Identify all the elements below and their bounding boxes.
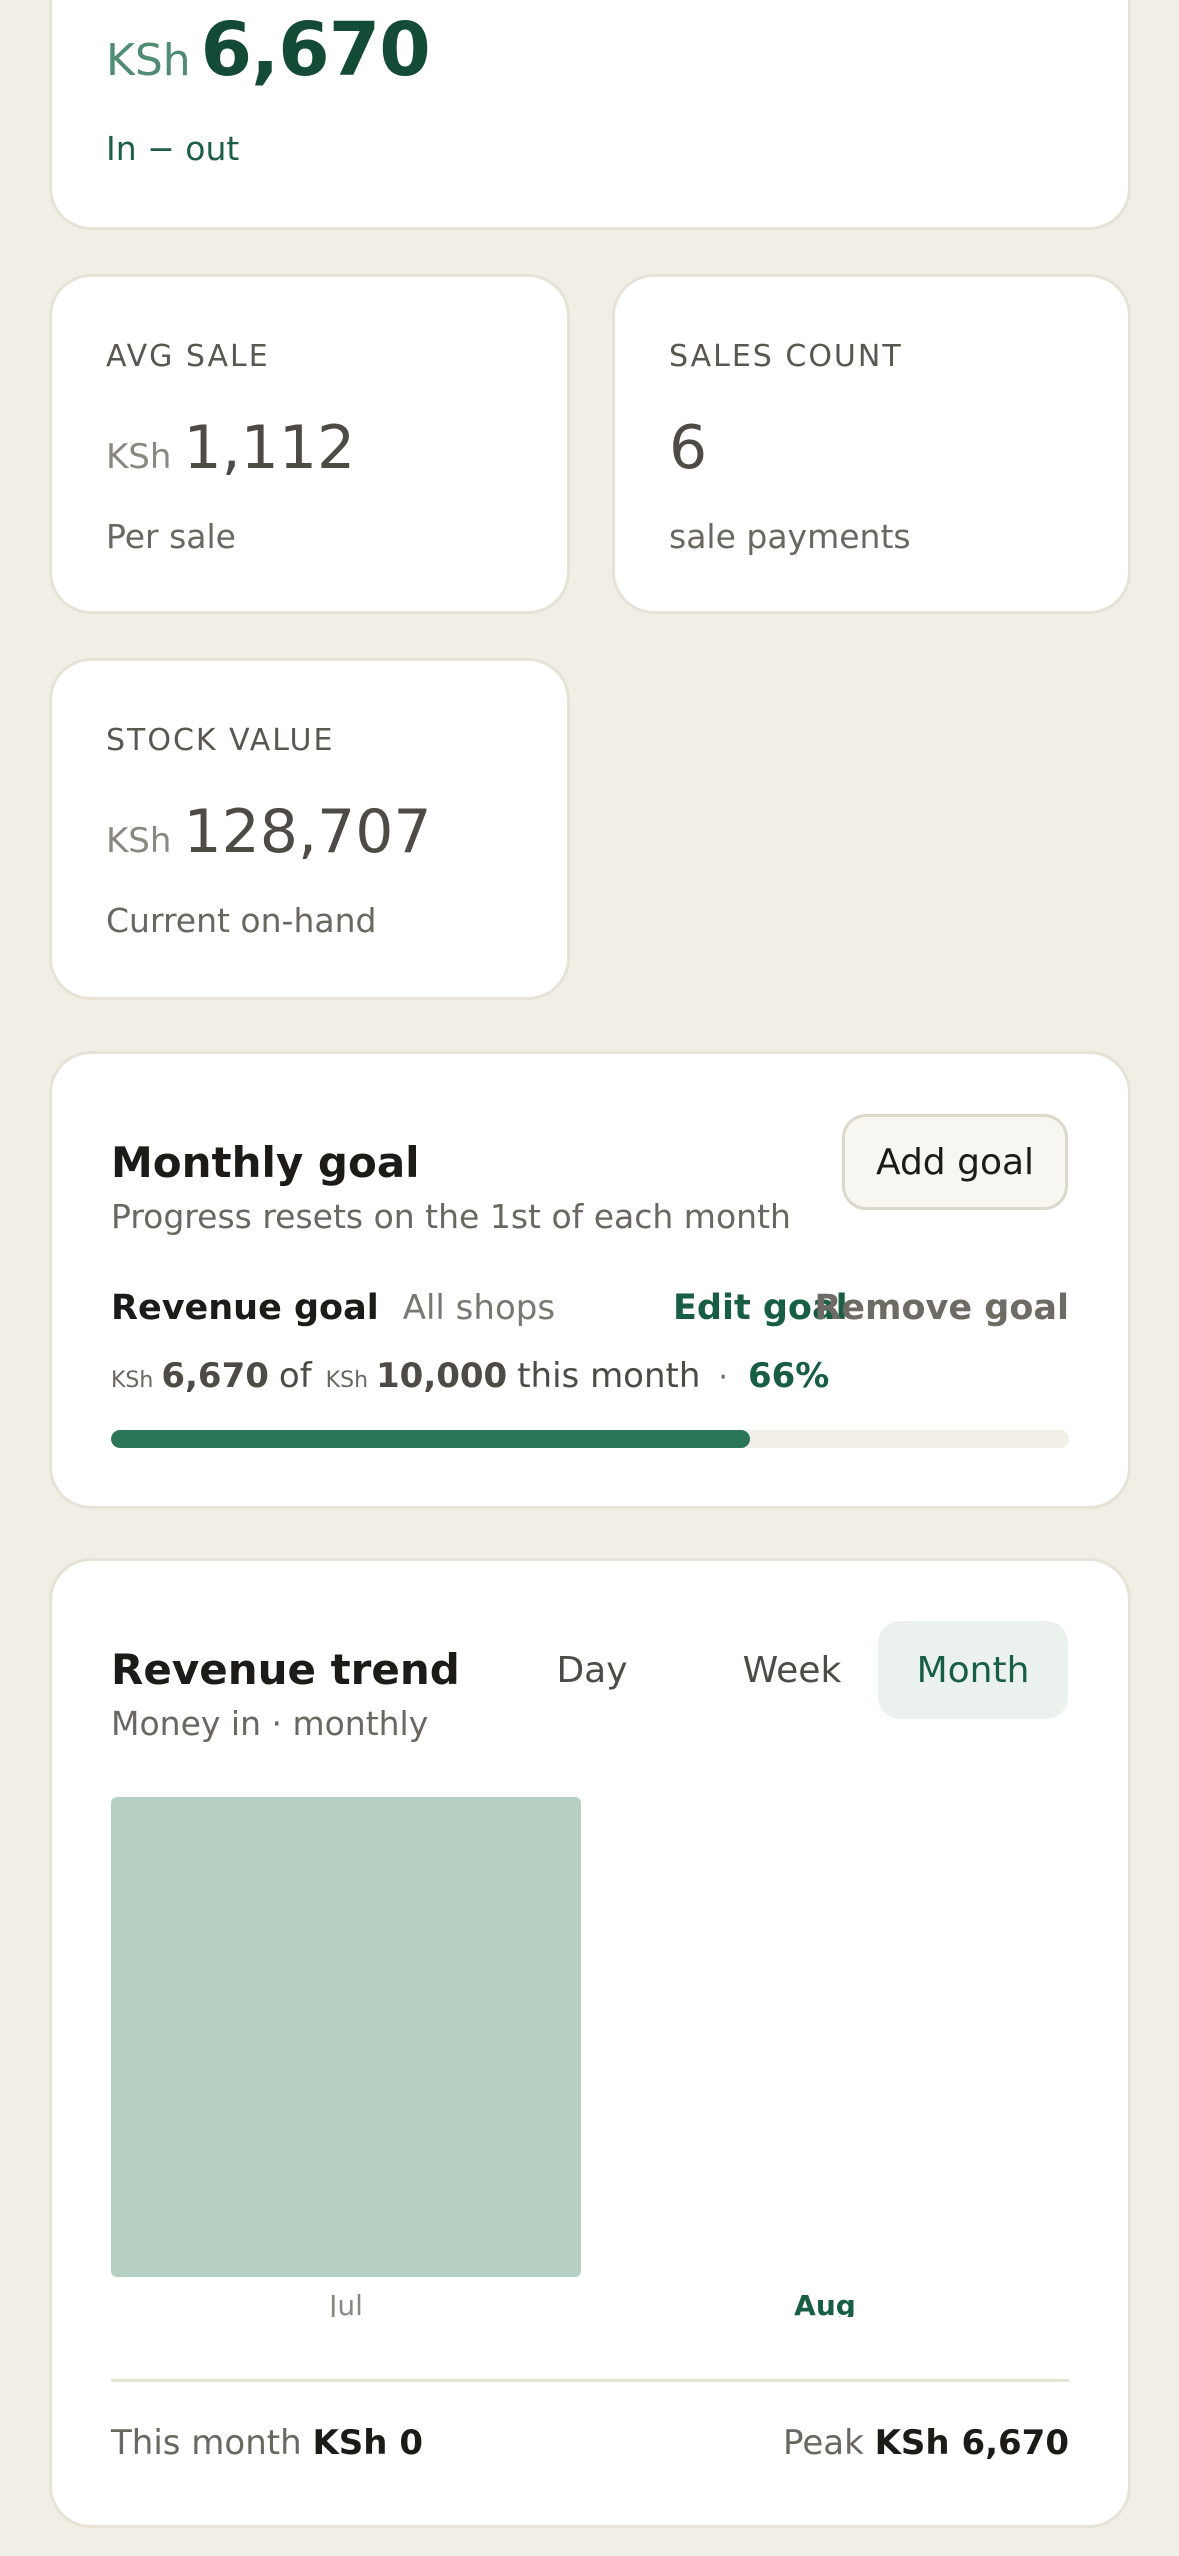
stock-value-value: 128,707 bbox=[183, 797, 432, 867]
peak-summary: Peak KSh 6,670 bbox=[783, 2423, 1069, 2463]
x-tick-jul: Jul bbox=[327, 2289, 363, 2317]
sales-count-label: SALES COUNT bbox=[669, 339, 903, 374]
tab-week[interactable]: Week bbox=[692, 1621, 892, 1719]
goal-title: Monthly goal bbox=[111, 1138, 420, 1187]
trend-subtitle: Money in · monthly bbox=[111, 1704, 429, 1743]
goal-name: Revenue goal bbox=[111, 1288, 379, 1328]
avg-sale-sub: Per sale bbox=[106, 517, 236, 556]
net-amount: KSh 6,670 bbox=[106, 7, 431, 93]
stock-value-row: KSh 128,707 bbox=[106, 797, 432, 867]
goal-scope: All shops bbox=[402, 1288, 556, 1328]
goal-current-currency: KSh bbox=[111, 1368, 154, 1393]
add-goal-button[interactable]: Add goal bbox=[842, 1114, 1068, 1210]
net-value: 6,670 bbox=[200, 7, 431, 93]
stock-value-card: STOCK VALUE KSh 128,707 Current on-hand bbox=[49, 658, 570, 1000]
avg-sale-value-row: KSh 1,112 bbox=[106, 413, 355, 483]
this-month-label: This month bbox=[111, 2423, 302, 2463]
chart-divider bbox=[111, 2379, 1069, 2382]
stock-value-currency: KSh bbox=[106, 821, 172, 861]
goal-of-word: of bbox=[278, 1356, 312, 1396]
sales-count-value: 6 bbox=[669, 413, 708, 483]
monthly-goal-card: Monthly goal Progress resets on the 1st … bbox=[49, 1051, 1131, 1509]
goal-subtitle: Progress resets on the 1st of each month bbox=[111, 1197, 791, 1236]
peak-value: KSh 6,670 bbox=[874, 2423, 1069, 2463]
sales-count-sub: sale payments bbox=[669, 517, 911, 556]
net-currency: KSh bbox=[106, 35, 191, 86]
peak-label: Peak bbox=[783, 2423, 864, 2463]
sales-count-value-row: 6 bbox=[669, 413, 707, 483]
sales-count-card: SALES COUNT 6 sale payments bbox=[612, 274, 1131, 614]
goal-percent: 66% bbox=[747, 1356, 830, 1396]
avg-sale-currency: KSh bbox=[106, 437, 172, 477]
x-tick-aug: Aug bbox=[794, 2289, 856, 2317]
tab-month[interactable]: Month bbox=[878, 1621, 1068, 1719]
goal-progress-fill bbox=[111, 1430, 750, 1448]
goal-period-text: this month bbox=[517, 1356, 701, 1396]
this-month-summary: This month KSh 0 bbox=[111, 2423, 423, 2463]
avg-sale-value: 1,112 bbox=[183, 413, 356, 483]
goal-target-value: 10,000 bbox=[376, 1356, 508, 1396]
bar-jul bbox=[111, 1797, 581, 2277]
goal-target-currency: KSh bbox=[325, 1368, 369, 1393]
goal-header-row: Revenue goal All shops bbox=[111, 1288, 555, 1328]
avg-sale-label: AVG SALE bbox=[106, 339, 270, 374]
tab-day[interactable]: Day bbox=[522, 1621, 662, 1719]
trend-title: Revenue trend bbox=[111, 1645, 460, 1694]
goal-current-value: 6,670 bbox=[161, 1356, 269, 1396]
goal-progress-bar bbox=[111, 1430, 1069, 1448]
this-month-value: KSh 0 bbox=[312, 2423, 423, 2463]
revenue-trend-card: Revenue trend Money in · monthly Day Wee… bbox=[49, 1558, 1131, 2528]
goal-separator-dot: · bbox=[718, 1360, 728, 1395]
stock-value-sub: Current on-hand bbox=[106, 901, 377, 940]
net-subtitle: In − out bbox=[106, 129, 240, 168]
stock-value-label: STOCK VALUE bbox=[106, 723, 335, 758]
revenue-bar-chart: Jul Aug bbox=[111, 1797, 856, 2317]
remove-goal-link[interactable]: Remove goal bbox=[814, 1288, 1069, 1328]
goal-progress-text: KSh 6,670 of KSh 10,000 this month · 66% bbox=[111, 1356, 829, 1396]
net-summary-card: KSh 6,670 In − out bbox=[49, 0, 1131, 230]
avg-sale-card: AVG SALE KSh 1,112 Per sale bbox=[49, 274, 570, 614]
